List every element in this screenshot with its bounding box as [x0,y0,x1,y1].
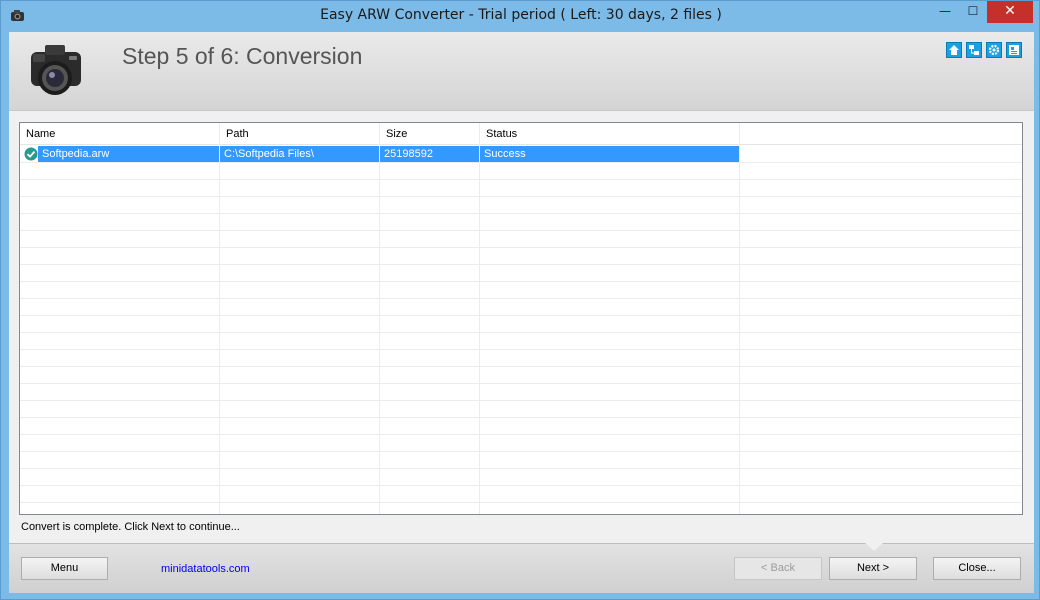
network-icon[interactable] [966,42,982,58]
empty-row [20,197,1022,214]
check-circle-icon [24,147,38,161]
website-link[interactable]: minidatatools.com [161,563,250,575]
cell-status: Success [480,146,740,162]
empty-row [20,469,1022,486]
cell-path: C:\Softpedia Files\ [220,146,380,162]
empty-row [20,418,1022,435]
empty-row [20,163,1022,180]
window-title: Easy ARW Converter - Trial period ( Left… [320,7,722,23]
title-bar[interactable]: Easy ARW Converter - Trial period ( Left… [1,1,1040,33]
column-divider [219,123,220,514]
wizard-client-area: Step 5 of 6: Conversion Name Path Size S… [9,32,1034,593]
minimize-button[interactable]: — [931,1,959,23]
table-row[interactable]: Softpedia.arw C:\Softpedia Files\ 251985… [20,146,1022,163]
empty-row [20,401,1022,418]
column-header-status[interactable]: Status [480,123,740,145]
info-card-icon[interactable] [1006,42,1022,58]
camera-logo-icon [31,45,81,95]
cell-size: 25198592 [380,146,480,162]
app-window: Easy ARW Converter - Trial period ( Left… [0,0,1040,600]
empty-row [20,214,1022,231]
column-divider [739,123,740,514]
next-button[interactable]: Next > [829,557,917,580]
empty-row [20,333,1022,350]
empty-row [20,503,1022,514]
gear-icon[interactable] [986,42,1002,58]
empty-row [20,350,1022,367]
empty-row [20,367,1022,384]
file-list-grid[interactable]: Name Path Size Status Softpedia.arw C:\S… [19,122,1023,515]
empty-row [20,486,1022,503]
next-indicator-notch [865,543,883,551]
empty-row [20,282,1022,299]
step-title: Step 5 of 6: Conversion [122,43,363,69]
column-header-name[interactable]: Name [20,123,220,145]
column-header-path[interactable]: Path [220,123,380,145]
column-divider [379,123,380,514]
menu-button[interactable]: Menu [21,557,108,580]
close-button[interactable]: Close... [933,557,1021,580]
wizard-footer: Menu minidatatools.com < Back Next > Clo… [9,543,1034,593]
home-icon[interactable] [946,42,962,58]
empty-row [20,435,1022,452]
empty-row [20,316,1022,333]
close-window-button[interactable]: ✕ [987,1,1033,23]
cell-name: Softpedia.arw [38,146,220,162]
status-message: Convert is complete. Click Next to conti… [21,521,240,533]
column-header-size[interactable]: Size [380,123,480,145]
maximize-button[interactable]: ☐ [959,1,987,23]
empty-row [20,248,1022,265]
wizard-header: Step 5 of 6: Conversion [9,32,1034,111]
empty-row [20,299,1022,316]
empty-row [20,265,1022,282]
empty-row [20,452,1022,469]
column-divider [479,123,480,514]
empty-row [20,384,1022,401]
empty-row [20,231,1022,248]
grid-header: Name Path Size Status [20,123,1022,145]
empty-row [20,180,1022,197]
back-button[interactable]: < Back [734,557,822,580]
